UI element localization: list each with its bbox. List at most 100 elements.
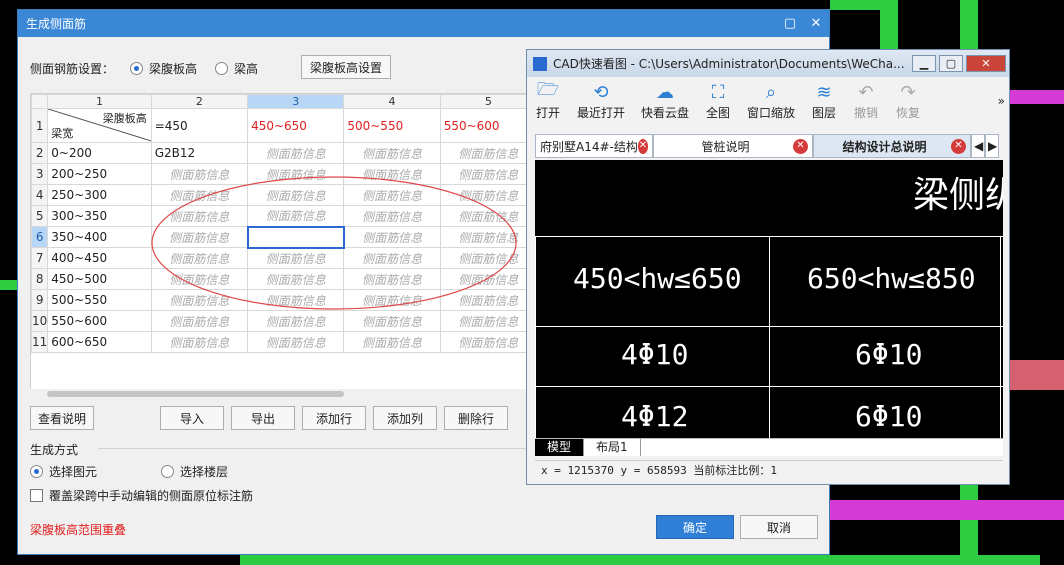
- grid-cell[interactable]: 侧面筋信息: [439, 268, 537, 290]
- grid-cell[interactable]: 侧面筋信息: [343, 331, 441, 353]
- tool-label[interactable]: 最近打开: [577, 104, 625, 121]
- beam-width-range[interactable]: 600~650: [47, 331, 152, 353]
- tool-label[interactable]: 图层: [812, 104, 836, 121]
- col-header[interactable]: 5: [439, 94, 537, 109]
- scrollbar-thumb[interactable]: [47, 391, 344, 397]
- row-header[interactable]: 11: [31, 331, 49, 353]
- toolbar-overflow-icon[interactable]: »: [998, 94, 1005, 108]
- cancel-button[interactable]: 取消: [740, 515, 818, 539]
- tool-folder[interactable]: 🗁 打开: [535, 79, 561, 121]
- delete-row-button[interactable]: 删除行: [444, 406, 508, 430]
- sheet-tab-layout1[interactable]: 布局1: [584, 439, 641, 456]
- col-header[interactable]: 4: [343, 94, 441, 109]
- grid-cell[interactable]: 侧面筋信息: [439, 226, 537, 248]
- web-height-settings-button[interactable]: 梁腹板高设置: [301, 55, 391, 79]
- overwrite-checkbox-label[interactable]: 覆盖梁跨中手动编辑的侧面原位标注筋: [49, 487, 253, 504]
- beam-width-range[interactable]: 450~500: [47, 268, 152, 290]
- cad-drawing-canvas[interactable]: 梁侧纵 450<hw≤650 650<hw≤850 4Φ10 6Φ10 4Φ12…: [535, 160, 1003, 454]
- export-button[interactable]: 导出: [231, 406, 295, 430]
- sheet-tab-model[interactable]: 模型: [535, 439, 585, 456]
- grid-cell[interactable]: 侧面筋信息: [439, 205, 537, 227]
- layers-icon[interactable]: ≋: [811, 80, 837, 104]
- grid-cell[interactable]: G2B12: [150, 142, 249, 164]
- grid-cell[interactable]: 侧面筋信息: [247, 268, 345, 290]
- grid-cell[interactable]: 侧面筋信息: [439, 163, 537, 185]
- grid-cell[interactable]: [246, 225, 345, 249]
- grid-cell[interactable]: 侧面筋信息: [247, 310, 345, 332]
- grid-cell[interactable]: 500~550: [343, 108, 441, 143]
- select-element-option[interactable]: 选择图元: [30, 463, 97, 480]
- row-header[interactable]: 5: [31, 205, 49, 227]
- grid-cell[interactable]: 侧面筋信息: [439, 289, 537, 311]
- tool-label[interactable]: 打开: [536, 104, 560, 121]
- radio-beam-height-label[interactable]: 梁高: [234, 60, 258, 77]
- beam-width-range[interactable]: 300~350: [47, 205, 152, 227]
- view-description-button[interactable]: 查看说明: [30, 406, 94, 430]
- grid-cell[interactable]: 侧面筋信息: [343, 268, 441, 290]
- drawing-tab[interactable]: 结构设计总说明 ✕: [813, 134, 971, 158]
- beam-width-range[interactable]: 350~400: [47, 226, 152, 248]
- grid-cell[interactable]: 侧面筋信息: [150, 205, 249, 227]
- drawing-tab[interactable]: 府别墅A14#-结构 ✕: [535, 134, 653, 158]
- horizontal-scrollbar[interactable]: [30, 389, 538, 399]
- tool-label[interactable]: 恢复: [896, 104, 920, 121]
- grid-cell[interactable]: 侧面筋信息: [343, 289, 441, 311]
- row-header[interactable]: 3: [31, 163, 49, 185]
- grid-cell[interactable]: 侧面筋信息: [150, 184, 249, 206]
- tool-fit-view[interactable]: ⛶ 全图: [705, 80, 731, 121]
- fit-view-icon[interactable]: ⛶: [705, 80, 731, 104]
- tool-label[interactable]: 全图: [706, 104, 730, 121]
- row-header[interactable]: 4: [31, 184, 49, 206]
- import-button[interactable]: 导入: [160, 406, 224, 430]
- grid-cell[interactable]: 侧面筋信息: [343, 142, 441, 164]
- close-icon[interactable]: ✕: [966, 55, 1006, 72]
- row-header[interactable]: 9: [31, 289, 49, 311]
- tool-label[interactable]: 快看云盘: [641, 104, 689, 121]
- col-header[interactable]: 1: [47, 94, 152, 109]
- beam-width-range[interactable]: 250~300: [47, 184, 152, 206]
- grid-cell[interactable]: 450~650: [247, 108, 345, 143]
- grid-cell[interactable]: 侧面筋信息: [247, 142, 345, 164]
- col-header[interactable]: 3: [247, 94, 345, 109]
- grid-cell[interactable]: 侧面筋信息: [343, 205, 441, 227]
- grid-cell[interactable]: 侧面筋信息: [343, 226, 441, 248]
- radio-select-floor-label[interactable]: 选择楼层: [180, 463, 228, 480]
- overwrite-checkbox[interactable]: [30, 489, 43, 502]
- add-column-button[interactable]: 添加列: [373, 406, 437, 430]
- row-header[interactable]: 7: [31, 247, 49, 269]
- grid-cell[interactable]: 侧面筋信息: [439, 184, 537, 206]
- select-floor-option[interactable]: 选择楼层: [161, 463, 228, 480]
- beam-width-range[interactable]: 550~600: [47, 310, 152, 332]
- grid-cell[interactable]: 侧面筋信息: [247, 247, 345, 269]
- drawing-tab-label[interactable]: 管桩说明: [701, 138, 749, 155]
- grid-cell[interactable]: 侧面筋信息: [439, 331, 537, 353]
- drawing-tab-label[interactable]: 府别墅A14#-结构: [540, 138, 638, 155]
- grid-cell[interactable]: 侧面筋信息: [439, 310, 537, 332]
- tool-history[interactable]: ⟲ 最近打开: [577, 80, 625, 121]
- radio-select-floor[interactable]: [161, 465, 174, 478]
- tab-scroll-right-icon[interactable]: ▶: [985, 134, 999, 158]
- tool-redo[interactable]: ↷ 恢复: [895, 80, 921, 121]
- grid-cell[interactable]: 侧面筋信息: [150, 310, 249, 332]
- grid-cell[interactable]: 侧面筋信息: [439, 142, 537, 164]
- radio-select-element[interactable]: [30, 465, 43, 478]
- tool-layers[interactable]: ≋ 图层: [811, 80, 837, 121]
- history-icon[interactable]: ⟲: [588, 80, 614, 104]
- tool-undo[interactable]: ↶ 撤销: [853, 80, 879, 121]
- redo-icon[interactable]: ↷: [895, 80, 921, 104]
- ok-button[interactable]: 确定: [656, 515, 734, 539]
- tool-label[interactable]: 窗口缩放: [747, 104, 795, 121]
- add-row-button[interactable]: 添加行: [302, 406, 366, 430]
- undo-icon[interactable]: ↶: [853, 80, 879, 104]
- grid-cell[interactable]: 侧面筋信息: [343, 163, 441, 185]
- close-icon[interactable]: ✕: [803, 16, 829, 31]
- drawing-tab-label[interactable]: 结构设计总说明: [842, 138, 926, 155]
- grid-cell[interactable]: 侧面筋信息: [343, 247, 441, 269]
- radio-web-height-label[interactable]: 梁腹板高: [149, 60, 197, 77]
- grid-cell[interactable]: 侧面筋信息: [150, 247, 249, 269]
- grid-cell[interactable]: 侧面筋信息: [343, 310, 441, 332]
- overwrite-option[interactable]: 覆盖梁跨中手动编辑的侧面原位标注筋: [30, 487, 253, 504]
- grid-cell[interactable]: 侧面筋信息: [247, 163, 345, 185]
- row-header[interactable]: 1: [31, 108, 49, 143]
- grid-cell[interactable]: 侧面筋信息: [247, 289, 345, 311]
